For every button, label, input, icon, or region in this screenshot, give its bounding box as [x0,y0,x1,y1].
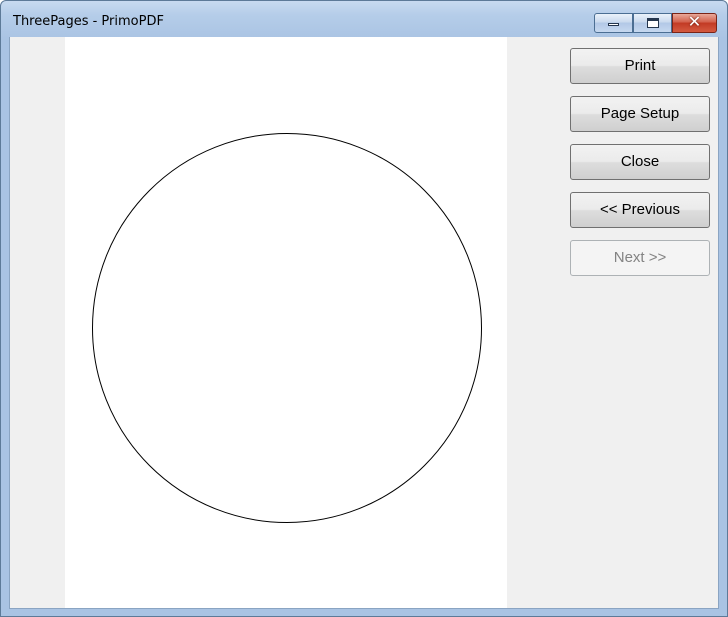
preview-circle [92,133,482,523]
print-button[interactable]: Print [570,48,710,84]
page-drawing [92,133,482,523]
title-bar[interactable]: ThreePages - PrimoPDF ✕ [1,1,727,37]
minimize-icon [608,23,619,26]
print-preview-client: Print Page Setup Close << Previous Next … [9,37,719,609]
page-setup-button[interactable]: Page Setup [570,96,710,132]
restore-icon [647,18,659,28]
next-page-button[interactable]: Next >> [570,240,710,276]
preview-page [65,37,507,608]
window-title: ThreePages - PrimoPDF [13,14,164,29]
close-window-button[interactable]: ✕ [672,12,717,33]
close-button[interactable]: Close [570,144,710,180]
previous-page-button[interactable]: << Previous [570,192,710,228]
close-icon: ✕ [687,12,702,31]
maximize-button[interactable] [633,13,672,33]
minimize-button[interactable] [594,13,633,33]
app-window: ThreePages - PrimoPDF ✕ Print Page Setup [0,0,728,617]
print-preview-area [10,37,510,608]
